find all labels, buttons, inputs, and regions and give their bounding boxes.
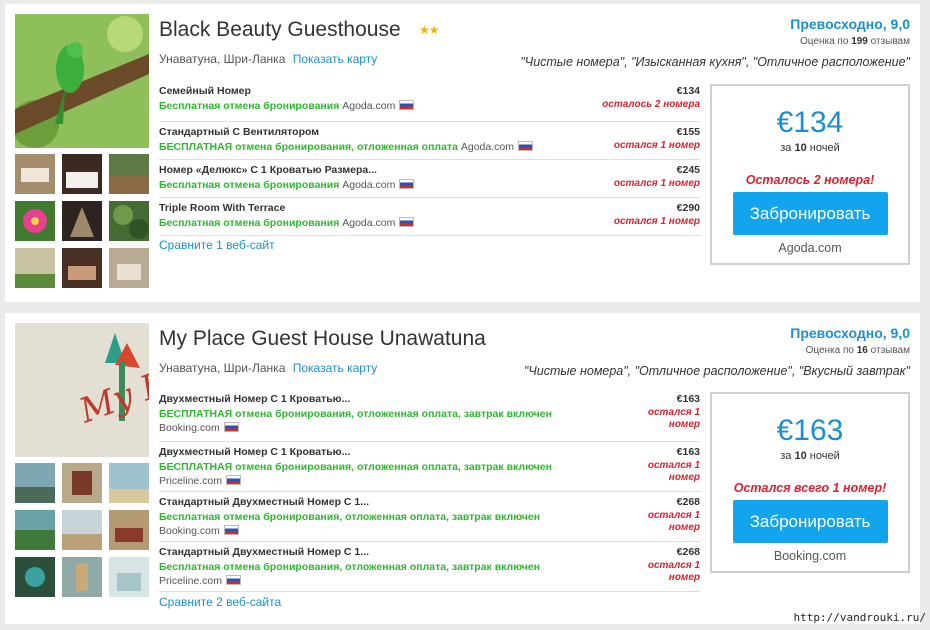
offer-row[interactable]: Стандартный С Вентилятором БЕСПЛАТНАЯ от…: [159, 122, 700, 160]
hotel-card: Black Beauty Guesthouse ★★ Унаватуна, Шр…: [5, 4, 920, 302]
best-price: €134: [776, 106, 844, 139]
flag-ru-icon: [223, 525, 239, 535]
rating-block: Превосходно, 9,0 Оценка по 16 отзывам: [790, 325, 910, 356]
rating-block: Превосходно, 9,0 Оценка по 199 отзывам: [790, 16, 910, 47]
hotel-name[interactable]: My Place Guest House Unawatuna: [159, 327, 486, 351]
offer-row[interactable]: Стандартный Двухместный Номер С 1... Бес…: [159, 492, 700, 542]
hotel-location: Унаватуна, Шри-Ланка Показать карту: [159, 361, 377, 375]
thumbnail[interactable]: [15, 201, 55, 241]
flag-ru-icon: [399, 100, 415, 110]
offer-row[interactable]: Семейный Номер Бесплатная отмена брониро…: [159, 84, 700, 122]
show-map-link[interactable]: Показать карту: [293, 52, 378, 66]
thumbnail[interactable]: [62, 154, 102, 194]
thumbnail[interactable]: [109, 557, 149, 597]
star-rating-icon: ★★: [419, 23, 439, 37]
rating-label[interactable]: Превосходно, 9,0: [790, 16, 910, 32]
thumbnail[interactable]: [62, 201, 102, 241]
rating-label[interactable]: Превосходно, 9,0: [790, 325, 910, 341]
offer-list: Семейный Номер Бесплатная отмена брониро…: [159, 84, 700, 236]
booking-site[interactable]: Booking.com: [712, 549, 908, 563]
booking-site[interactable]: Agoda.com: [712, 241, 908, 255]
show-map-link[interactable]: Показать карту: [293, 361, 378, 375]
location-text: Унаватуна, Шри-Ланка: [159, 52, 286, 66]
hotel-thumbnails: [15, 463, 149, 597]
reviews-count: Оценка по 16 отзывам: [805, 345, 910, 356]
flag-ru-icon: [399, 179, 415, 189]
nights-count: за 10 ночей: [780, 450, 840, 462]
book-button[interactable]: Забронировать: [732, 500, 888, 543]
compare-sites-link[interactable]: Сравните 1 веб-сайт: [159, 238, 275, 252]
offer-list: Двухместный Номер С 1 Кроватью... БЕСПЛА…: [159, 392, 700, 592]
thumbnail[interactable]: [15, 557, 55, 597]
thumbnail[interactable]: [62, 248, 102, 288]
hotel-main-photo[interactable]: My Pl: [15, 323, 149, 457]
thumbnail[interactable]: [15, 463, 55, 503]
offer-row[interactable]: Двухместный Номер С 1 Кроватью... БЕСПЛА…: [159, 442, 700, 492]
thumbnail[interactable]: [109, 154, 149, 194]
thumbnail[interactable]: [15, 154, 55, 194]
offer-row[interactable]: Стандартный Двухместный Номер С 1... Бес…: [159, 542, 700, 592]
hotel-card: My Pl My Place Guest House Unawatuna Уна…: [5, 313, 920, 624]
best-price: €163: [776, 414, 844, 447]
location-text: Унаватуна, Шри-Ланка: [159, 361, 286, 375]
flag-ru-icon: [223, 422, 239, 432]
thumbnail[interactable]: [62, 557, 102, 597]
thumbnail[interactable]: [15, 248, 55, 288]
offer-row[interactable]: Номер «Делюкс» С 1 Кроватью Размера... Б…: [159, 160, 700, 198]
thumbnail[interactable]: [109, 201, 149, 241]
thumbnail[interactable]: [109, 248, 149, 288]
offer-row[interactable]: Двухместный Номер С 1 Кроватью... БЕСПЛА…: [159, 392, 700, 442]
offer-row[interactable]: Triple Room With Terrace Бесплатная отме…: [159, 198, 700, 236]
book-button[interactable]: Забронировать: [732, 192, 888, 235]
compare-sites-link[interactable]: Сравните 2 веб-сайта: [159, 595, 281, 609]
nights-count: за 10 ночей: [780, 142, 840, 154]
hotel-name[interactable]: Black Beauty Guesthouse: [159, 18, 401, 42]
thumbnail[interactable]: [109, 510, 149, 550]
watermark-url: http://vandrouki.ru/: [793, 611, 926, 624]
review-quotes: "Чистые номера", "Изысканная кухня", "От…: [520, 55, 910, 69]
hotel-thumbnails: [15, 154, 149, 288]
booking-box: €134 за 10 ночей Осталось 2 номера! Забр…: [710, 84, 910, 265]
hotel-main-photo[interactable]: [15, 14, 149, 148]
reviews-count: Оценка по 199 отзывам: [800, 36, 910, 47]
thumbnail[interactable]: [62, 463, 102, 503]
flag-ru-icon: [399, 217, 415, 227]
flag-ru-icon: [226, 475, 242, 485]
rooms-left-notice: Остался всего 1 номер!: [733, 481, 887, 495]
rooms-left-notice: Осталось 2 номера!: [745, 173, 875, 187]
booking-box: €163 за 10 ночей Остался всего 1 номер! …: [710, 392, 910, 573]
thumbnail[interactable]: [15, 510, 55, 550]
thumbnail[interactable]: [109, 463, 149, 503]
hotel-location: Унаватуна, Шри-Ланка Показать карту: [159, 52, 377, 66]
flag-ru-icon: [517, 141, 533, 151]
thumbnail[interactable]: [62, 510, 102, 550]
flag-ru-icon: [226, 575, 242, 585]
review-quotes: "Чистые номера", "Отличное расположение"…: [523, 364, 910, 378]
